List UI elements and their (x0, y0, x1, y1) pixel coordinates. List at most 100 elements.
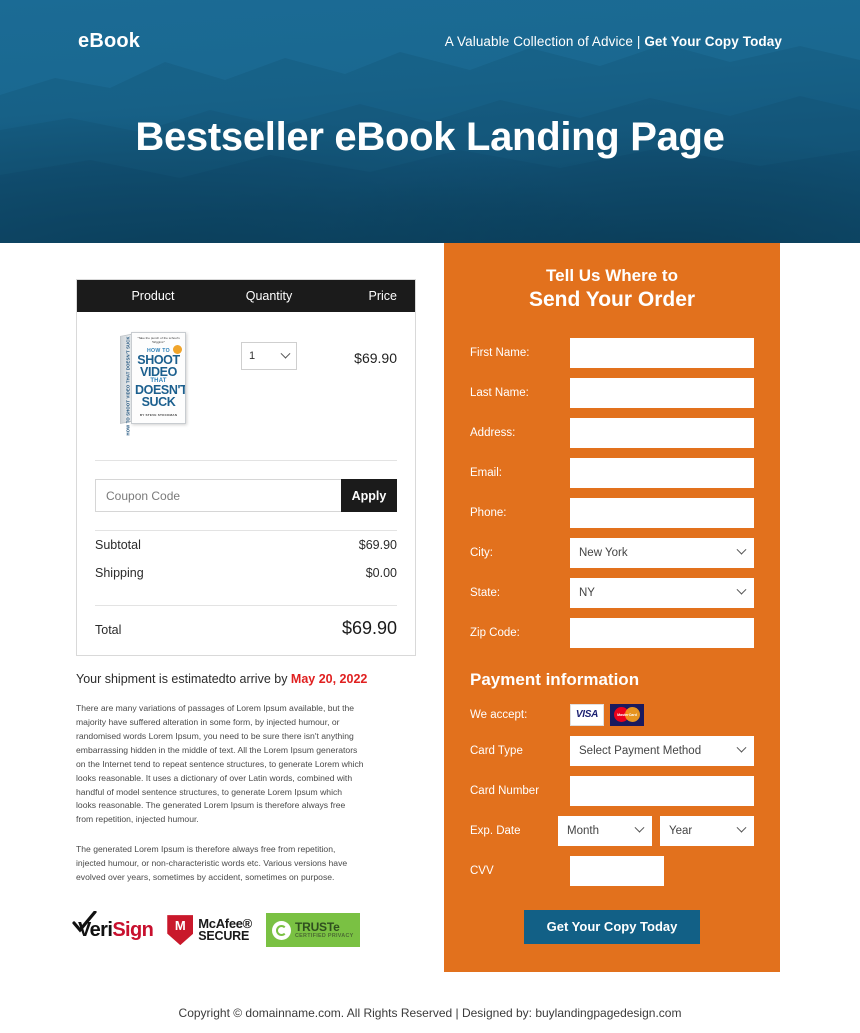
label-phone: Phone: (470, 506, 507, 519)
truste-line1: TRUSTe (294, 919, 340, 934)
field-exp-date: Exp. Date Month Year (470, 815, 754, 846)
mastercard-label: MasterCard (617, 712, 637, 717)
cart-box: Product Quantity Price HOW TO SHOOT VIDE… (76, 279, 416, 656)
card-type-value: Select Payment Method (579, 744, 702, 757)
label-first-name: First Name: (470, 346, 530, 359)
shipment-date: May 20, 2022 (290, 672, 368, 686)
shield-icon: M (167, 915, 194, 946)
exp-month-value: Month (567, 824, 599, 837)
shipping-value: $0.00 (365, 566, 397, 580)
totals-section: Subtotal $69.90 Shipping $0.00 Total $69… (95, 530, 397, 655)
item-price: $69.90 (354, 350, 397, 366)
book-author: BY STEVE STOCKMAN (139, 412, 178, 417)
column-header-price: Price (368, 289, 397, 303)
coupon-input[interactable] (95, 479, 341, 512)
exp-date-controls: Month Year (558, 815, 754, 846)
chevron-down-icon (736, 822, 747, 833)
column-header-quantity: Quantity (245, 289, 293, 303)
order-title-line2: Send Your Order (528, 287, 696, 311)
hero-tagline: A Valuable Collection of Advice | Get Yo… (445, 34, 782, 49)
field-cvv: CVV (470, 855, 754, 886)
shipment-estimate: Your shipment is estimatedto arrive by M… (76, 672, 416, 686)
field-we-accept: We accept: VISA MasterCard (470, 703, 754, 726)
main-content: Product Quantity Price HOW TO SHOOT VIDE… (0, 243, 860, 972)
city-value: New York (579, 546, 628, 559)
exp-year-select[interactable]: Year (660, 815, 754, 846)
email-field[interactable] (570, 457, 754, 488)
label-zip-code: Zip Code: (470, 626, 520, 639)
order-form-panel: Tell Us Where to Send Your Order First N… (444, 243, 780, 972)
card-type-select[interactable]: Select Payment Method (570, 735, 754, 766)
book-title-line2: VIDEO (140, 364, 177, 379)
mastercard-icon: MasterCard (610, 703, 644, 726)
field-city: City: New York (470, 537, 754, 568)
quantity-select[interactable]: 1 (241, 342, 297, 370)
state-select[interactable]: NY (570, 577, 754, 608)
state-value: NY (579, 586, 595, 599)
quantity-value: 1 (249, 350, 256, 362)
mcafee-text: McAfee® SECURE (198, 917, 252, 943)
label-address: Address: (470, 426, 516, 439)
chevron-down-icon (634, 822, 645, 833)
hero-topbar: eBook A Valuable Collection of Advice | … (0, 0, 860, 53)
book-front-cover: "Take the punch of the school's 'Wiggins… (131, 332, 186, 424)
mcafee-line1: McAfee® (198, 916, 252, 932)
label-city: City: (470, 546, 493, 559)
label-we-accept: We accept: (470, 708, 528, 721)
zip-code-input[interactable] (570, 617, 754, 648)
shipping-label: Shipping (95, 566, 144, 580)
book-badge-dot (173, 345, 182, 354)
order-form-title: Tell Us Where to Send Your Order (470, 265, 754, 314)
card-number-input[interactable] (570, 775, 754, 806)
accepted-cards: VISA MasterCard (570, 703, 754, 726)
label-cvv: CVV (470, 864, 494, 877)
chevron-down-icon (280, 348, 291, 359)
chevron-down-icon (736, 584, 747, 595)
book-spine-text: HOW TO SHOOT VIDEO THAT DOESN'T SUCK (125, 336, 131, 436)
column-header-product: Product (131, 289, 175, 303)
mcafee-line2: SECURE (198, 929, 250, 944)
first-name-input[interactable] (570, 337, 754, 368)
cvv-input[interactable] (570, 855, 664, 886)
hero-section: eBook A Valuable Collection of Advice | … (0, 0, 860, 243)
chevron-down-icon (736, 544, 747, 555)
description-paragraph-2: The generated Lorem Ipsum is therefore a… (76, 844, 348, 883)
exp-month-select[interactable]: Month (558, 815, 652, 846)
cart-table-header: Product Quantity Price (77, 280, 415, 312)
cart-table-body: HOW TO SHOOT VIDEO THAT DOESN'T SUCK "Ta… (77, 312, 415, 454)
brand-logo[interactable]: eBook (78, 30, 140, 53)
get-your-copy-today-button[interactable]: Get Your Copy Today (524, 909, 700, 944)
cart-column: Product Quantity Price HOW TO SHOOT VIDE… (0, 243, 444, 948)
label-state: State: (470, 586, 501, 599)
subtotal-label: Subtotal (95, 538, 141, 552)
phone-input[interactable] (570, 497, 754, 528)
truste-circle-icon (271, 920, 291, 940)
total-row: Total $69.90 (95, 606, 397, 655)
label-email: Email: (470, 466, 502, 479)
label-card-type: Card Type (470, 744, 523, 757)
field-last-name: Last Name: (470, 377, 754, 408)
verisign-logo: VeriSign (72, 910, 154, 942)
book-title-line4: SUCK (141, 395, 176, 410)
last-name-input[interactable] (570, 377, 754, 408)
city-select[interactable]: New York (570, 537, 754, 568)
truste-badge: TRUSTe CERTIFIED PRIVACY (265, 913, 360, 948)
total-value: $69.90 (341, 618, 397, 638)
address-input[interactable] (570, 417, 754, 448)
total-label: Total (95, 623, 122, 637)
tagline-cta-link[interactable]: Get Your Copy Today (644, 34, 782, 49)
table-row: HOW TO SHOOT VIDEO THAT DOESN'T SUCK "Ta… (95, 326, 397, 454)
apply-coupon-button[interactable]: Apply (341, 479, 397, 512)
mcafee-m-letter: M (174, 918, 186, 934)
shipment-text: Your shipment is estimatedto arrive by (76, 672, 291, 686)
divider (95, 460, 397, 461)
verisign-sign: Sign (112, 918, 154, 941)
visa-icon: VISA (570, 703, 604, 726)
label-exp-date: Exp. Date (470, 824, 521, 837)
field-state: State: NY (470, 577, 754, 608)
book-cover-image: HOW TO SHOOT VIDEO THAT DOESN'T SUCK "Ta… (120, 332, 186, 436)
verisign-badge: VeriSign (72, 910, 154, 947)
shipping-row: Shipping $0.00 (95, 559, 397, 587)
field-zip-code: Zip Code: (470, 617, 754, 648)
product-cell: HOW TO SHOOT VIDEO THAT DOESN'T SUCK "Ta… (95, 326, 211, 436)
